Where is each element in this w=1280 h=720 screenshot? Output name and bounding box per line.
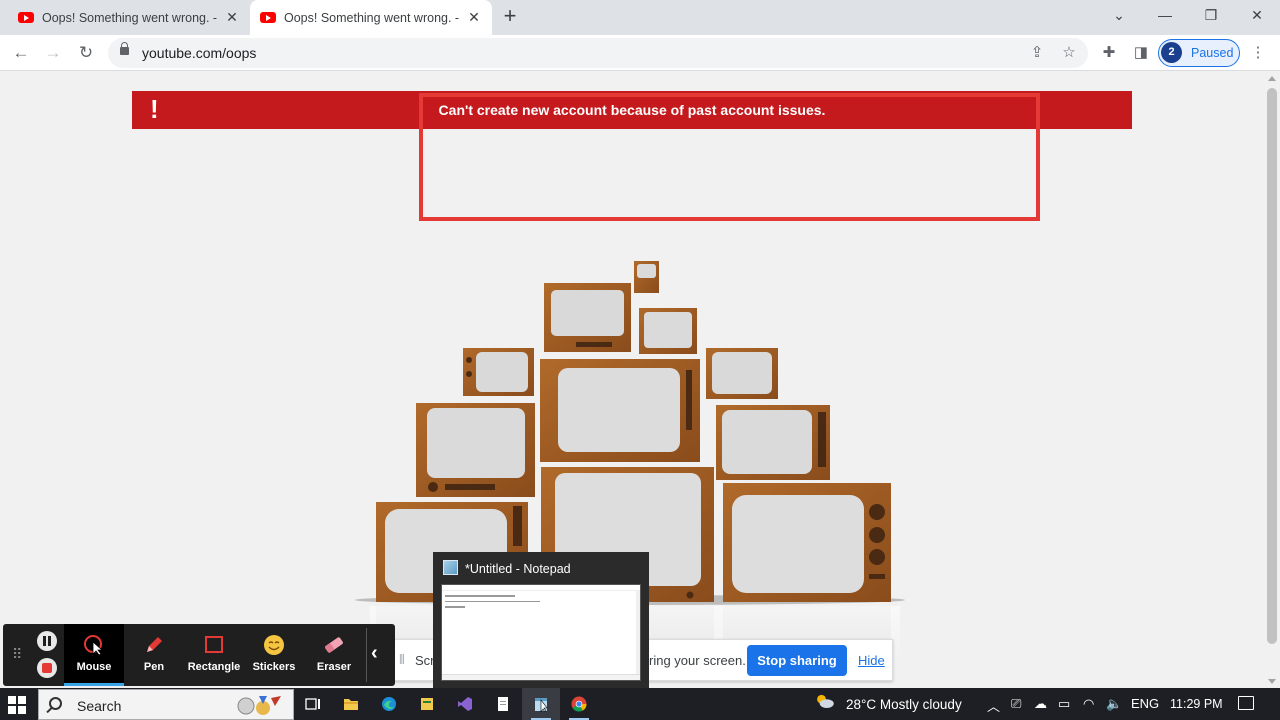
tab-close-icon[interactable]: ✕ [224,9,240,26]
pause-recording-button[interactable] [37,631,57,651]
tab-strip: Oops! Something went wrong. - ✕ Oops! So… [0,0,1280,35]
browser-tab-active[interactable]: Oops! Something went wrong. - ✕ [250,0,492,35]
input-language[interactable]: ENG [1131,696,1159,711]
rectangle-icon [203,634,225,656]
scrollbar-thumb[interactable] [1267,88,1277,644]
tab-search-dropdown-icon[interactable]: ⌄ [1096,0,1142,32]
preview-thumbnail [441,584,641,681]
tv-set [634,261,659,293]
menu-kebab-icon[interactable]: ⋮ [1245,40,1271,66]
tv-set [706,348,778,399]
partly-cloudy-icon [817,694,834,708]
stop-sharing-button[interactable]: Stop sharing [747,645,847,676]
visual-studio-icon[interactable] [446,688,484,720]
tv-set [716,405,830,480]
tab-title: Oops! Something went wrong. - [284,10,460,25]
youtube-favicon-icon [260,12,276,23]
taskbar-window-preview[interactable]: *Untitled - Notepad [433,552,649,689]
task-view-icon[interactable] [294,688,332,720]
system-clock[interactable]: 11:29 PM [1170,697,1223,711]
drag-handle-icon[interactable]: ⦀ [399,652,405,668]
sticker-emoji-icon [263,634,285,656]
notepad-icon [443,560,458,575]
url-text: youtube.com/oops [142,45,257,61]
chrome-taskbar-icon[interactable] [560,688,598,720]
annotation-toolbar: ⠿ Mouse Pen Rectangle Stickers Eraser ‹ [3,624,395,686]
tv-set [544,283,631,352]
sticky-app-icon[interactable] [408,688,446,720]
tool-label: Mouse [76,661,112,673]
eraser-icon [323,634,345,656]
reload-icon[interactable]: ↻ [73,40,99,66]
lock-icon [120,42,129,55]
address-bar[interactable]: youtube.com/oops ⇪ ☆ [108,38,1088,68]
tab-title: Oops! Something went wrong. - [42,10,218,25]
mouse-tool-button[interactable]: Mouse [64,624,124,686]
meet-now-icon[interactable]: ⎚ [1011,696,1021,712]
tv-set [540,359,700,462]
search-icon [49,697,62,710]
minimize-button[interactable]: — [1142,0,1188,32]
search-highlight-icon [237,696,281,715]
wifi-icon[interactable]: ◠ [1083,696,1094,712]
tv-set [639,308,697,354]
scroll-up-arrow-icon[interactable] [1268,76,1276,81]
tool-label: Eraser [316,661,352,673]
tv-set [723,483,891,602]
browser-toolbar: ← → ↻ youtube.com/oops ⇪ ☆ ✚ ◨ 2 Paused … [0,35,1280,71]
edge-browser-icon[interactable] [370,688,408,720]
battery-icon[interactable]: ▭ [1058,696,1070,712]
notepad-taskbar-icon[interactable] [522,688,560,720]
pen-icon [143,634,165,656]
weather-text: 28°C Mostly cloudy [846,697,962,712]
drag-handle-icon[interactable]: ⠿ [12,646,22,663]
profile-status: Paused [1191,46,1234,60]
tab-close-icon[interactable]: ✕ [466,9,482,26]
tool-label: Pen [143,661,165,673]
tv-set [463,348,534,396]
close-window-button[interactable]: ✕ [1234,0,1280,32]
tool-label: Stickers [252,661,296,673]
new-tab-button[interactable]: + [498,5,522,29]
side-panel-icon[interactable]: ◨ [1128,40,1154,66]
restore-button[interactable]: ❐ [1188,0,1234,32]
taskbar-search-box[interactable]: Search [38,689,294,720]
onedrive-cloud-icon[interactable]: ☁ [1034,696,1047,712]
forward-arrow-icon[interactable]: → [40,40,66,66]
rectangle-tool-button[interactable]: Rectangle [184,624,244,686]
avatar: 2 [1161,42,1182,63]
share-icon[interactable]: ⇪ [1026,42,1048,64]
stickers-tool-button[interactable]: Stickers [244,624,304,686]
windows-taskbar: Search 28°C Mostly cloudy ︿ ⎚ ☁ ▭ ◠ 🔈 EN… [0,688,1280,720]
file-explorer-icon[interactable] [332,688,370,720]
notifications-icon[interactable] [1238,696,1254,710]
youtube-favicon-icon [18,12,34,23]
bookmark-star-icon[interactable]: ☆ [1058,42,1080,64]
tool-label: Rectangle [187,661,241,673]
profile-button[interactable]: 2 Paused [1158,39,1240,67]
page-scrollbar[interactable] [1264,72,1280,688]
windows-start-icon[interactable] [8,696,26,714]
extensions-puzzle-icon[interactable]: ✚ [1096,40,1122,66]
tv-set [416,403,535,497]
pen-tool-button[interactable]: Pen [124,624,184,686]
stop-recording-button[interactable] [37,658,57,678]
browser-tab[interactable]: Oops! Something went wrong. - ✕ [8,0,250,35]
eraser-tool-button[interactable]: Eraser [304,624,364,686]
back-arrow-icon[interactable]: ← [8,40,34,66]
mouse-cursor-icon [83,634,105,656]
hide-link[interactable]: Hide [858,653,885,668]
preview-window-title: *Untitled - Notepad [465,562,571,576]
sharing-text-right: ring your screen. [649,653,746,668]
toolbar-divider [366,628,367,682]
scroll-down-arrow-icon[interactable] [1268,679,1276,684]
collapse-chevron-icon[interactable]: ‹ [371,642,378,665]
notes-file-icon[interactable] [484,688,522,720]
search-placeholder: Search [77,698,122,714]
show-hidden-icons-chevron-icon[interactable]: ︿ [987,696,1000,715]
volume-icon[interactable]: 🔈 [1106,696,1122,712]
